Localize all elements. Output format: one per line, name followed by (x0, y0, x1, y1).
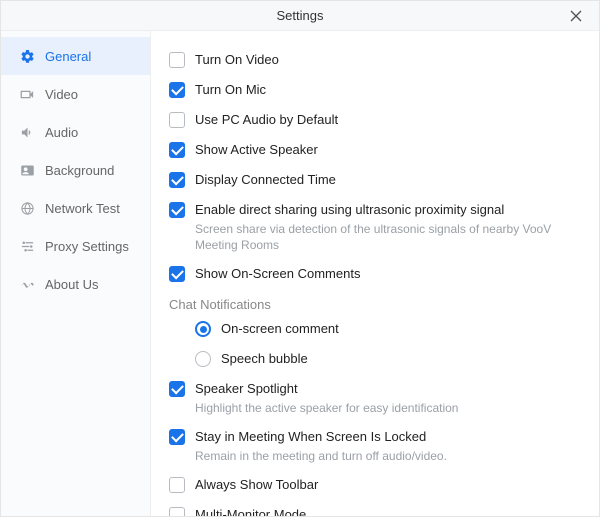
radio-speech-bubble[interactable] (195, 351, 211, 367)
sidebar-item-general[interactable]: General (1, 37, 150, 75)
sidebar-item-network-test[interactable]: Network Test (1, 189, 150, 227)
globe-icon (19, 200, 35, 216)
setting-speaker-spotlight: Speaker Spotlight Highlight the active s… (169, 374, 575, 422)
setting-always-show-toolbar: Always Show Toolbar (169, 470, 575, 500)
sidebar-item-label: Network Test (45, 201, 120, 216)
speaker-icon (19, 124, 35, 140)
setting-stay-in-meeting-locked: Stay in Meeting When Screen Is Locked Re… (169, 422, 575, 470)
gear-icon (19, 48, 35, 64)
checkbox-enable-direct-sharing[interactable] (169, 202, 185, 218)
setting-description: Highlight the active speaker for easy id… (195, 400, 575, 416)
chat-option-on-screen-comment: On-screen comment (195, 314, 575, 344)
option-label: On-screen comment (221, 320, 575, 338)
window-title: Settings (277, 8, 324, 23)
checkbox-turn-on-video[interactable] (169, 52, 185, 68)
setting-label: Stay in Meeting When Screen Is Locked (195, 428, 575, 446)
setting-label: Multi-Monitor Mode (195, 506, 575, 516)
sidebar: General Video Audio Background (1, 31, 151, 516)
user-card-icon (19, 162, 35, 178)
checkbox-always-show-toolbar[interactable] (169, 477, 185, 493)
setting-label: Turn On Mic (195, 81, 575, 99)
checkbox-show-active-speaker[interactable] (169, 142, 185, 158)
close-button[interactable] (561, 1, 591, 31)
option-label: Speech bubble (221, 350, 575, 368)
sidebar-item-about-us[interactable]: About Us (1, 265, 150, 303)
settings-content[interactable]: Turn On Video Turn On Mic Use PC Audio b… (151, 31, 599, 516)
setting-label: Use PC Audio by Default (195, 111, 575, 129)
setting-description: Screen share via detection of the ultras… (195, 221, 575, 253)
checkbox-stay-in-meeting-locked[interactable] (169, 429, 185, 445)
checkbox-turn-on-mic[interactable] (169, 82, 185, 98)
setting-enable-direct-sharing: Enable direct sharing using ultrasonic p… (169, 195, 575, 259)
window-body: General Video Audio Background (1, 31, 599, 516)
settings-window: Settings General Video (0, 0, 600, 517)
setting-label: Always Show Toolbar (195, 476, 575, 494)
setting-show-active-speaker: Show Active Speaker (169, 135, 575, 165)
setting-display-connected-time: Display Connected Time (169, 165, 575, 195)
checkbox-show-on-screen-comments[interactable] (169, 266, 185, 282)
setting-turn-on-video: Turn On Video (169, 45, 575, 75)
sidebar-item-label: Proxy Settings (45, 239, 129, 254)
sidebar-item-background[interactable]: Background (1, 151, 150, 189)
setting-label: Speaker Spotlight (195, 380, 575, 398)
checkbox-display-connected-time[interactable] (169, 172, 185, 188)
radio-on-screen-comment[interactable] (195, 321, 211, 337)
chat-notifications-heading: Chat Notifications (169, 289, 575, 314)
setting-label: Enable direct sharing using ultrasonic p… (195, 201, 575, 219)
sidebar-item-proxy-settings[interactable]: Proxy Settings (1, 227, 150, 265)
setting-multi-monitor-mode: Multi-Monitor Mode Once enabled, attende… (169, 500, 575, 516)
sidebar-item-label: About Us (45, 277, 98, 292)
setting-label: Turn On Video (195, 51, 575, 69)
sidebar-item-label: Background (45, 163, 114, 178)
sidebar-item-audio[interactable]: Audio (1, 113, 150, 151)
sidebar-item-video[interactable]: Video (1, 75, 150, 113)
setting-label: Display Connected Time (195, 171, 575, 189)
setting-label: Show On-Screen Comments (195, 265, 575, 283)
checkbox-multi-monitor-mode[interactable] (169, 507, 185, 516)
setting-turn-on-mic: Turn On Mic (169, 75, 575, 105)
sidebar-item-label: Audio (45, 125, 78, 140)
setting-show-on-screen-comments: Show On-Screen Comments (169, 259, 575, 289)
sidebar-item-label: General (45, 49, 91, 64)
setting-label: Show Active Speaker (195, 141, 575, 159)
checkbox-use-pc-audio[interactable] (169, 112, 185, 128)
chat-option-speech-bubble: Speech bubble (195, 344, 575, 374)
close-icon (570, 10, 582, 22)
setting-description: Remain in the meeting and turn off audio… (195, 448, 575, 464)
titlebar: Settings (1, 1, 599, 31)
wave-icon (19, 276, 35, 292)
sliders-icon (19, 238, 35, 254)
sidebar-item-label: Video (45, 87, 78, 102)
setting-use-pc-audio: Use PC Audio by Default (169, 105, 575, 135)
checkbox-speaker-spotlight[interactable] (169, 381, 185, 397)
video-camera-icon (19, 86, 35, 102)
